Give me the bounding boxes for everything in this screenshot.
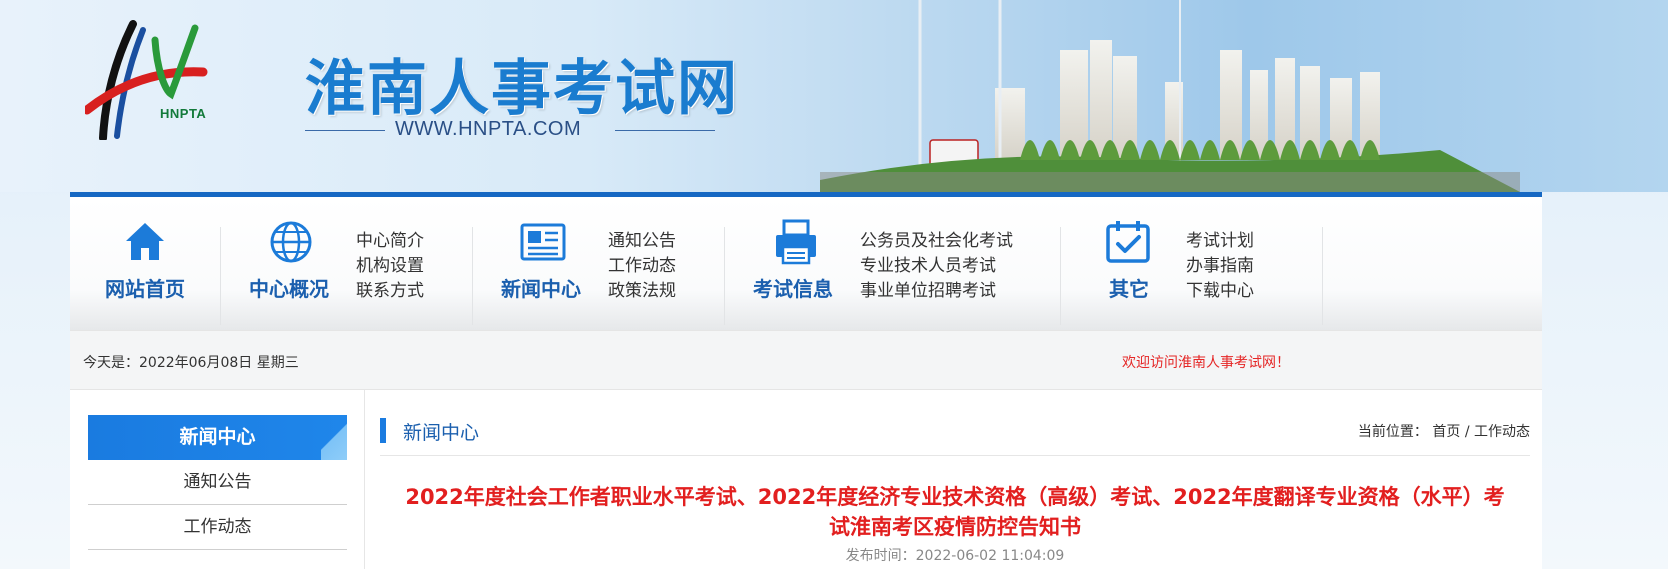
nav-home[interactable]: 网站首页 [70, 197, 220, 330]
info-bar: 今天是：2022年06月08日 星期三 欢迎访问淮南人事考试网！ [70, 330, 1542, 390]
nav-divider [1322, 227, 1323, 325]
nav-link-notices[interactable]: 通知公告 [608, 229, 676, 254]
main-nav: 网站首页 中心概况 中心简介 机构设置 联系方式 新闻中心 通知公告 工作动态 … [70, 192, 1542, 330]
nav-news: 新闻中心 通知公告 工作动态 政策法规 [473, 197, 724, 330]
breadcrumb-home-link[interactable]: 首页 [1432, 424, 1460, 440]
nav-link-downloads[interactable]: 下载中心 [1186, 279, 1254, 304]
breadcrumb-current-link[interactable]: 工作动态 [1474, 424, 1530, 440]
nav-link-org[interactable]: 机构设置 [356, 254, 424, 279]
nav-link-intro[interactable]: 中心简介 [356, 229, 424, 254]
sidebar-item-notices[interactable]: 通知公告 [88, 460, 347, 505]
current-date: 今天是：2022年06月08日 星期三 [83, 355, 299, 371]
nav-title-home[interactable]: 网站首页 [105, 273, 185, 302]
breadcrumb: 当前位置： 首页 / 工作动态 [1358, 421, 1530, 441]
site-url: WWW.HNPTA.COM [395, 118, 582, 140]
nav-center-overview: 中心概况 中心简介 机构设置 联系方式 [221, 197, 472, 330]
sidebar-item-work-updates[interactable]: 工作动态 [88, 505, 347, 550]
nav-exam-info: 考试信息 公务员及社会化考试 专业技术人员考试 事业单位招聘考试 [725, 197, 1060, 330]
site-title: 淮南人事考试网 [305, 54, 739, 124]
breadcrumb-separator: / [1460, 424, 1474, 440]
main-panel: 新闻中心 当前位置： 首页 / 工作动态 2022年度社会工作者职业水平考试、2… [380, 390, 1530, 569]
nav-overview-links: 中心简介 机构设置 联系方式 [356, 229, 424, 304]
header-banner: HNPTA 淮南人事考试网 WWW.HNPTA.COM [0, 0, 1668, 192]
newspaper-icon [520, 223, 566, 261]
globe-icon [270, 221, 312, 263]
site-url-row: WWW.HNPTA.COM [305, 118, 715, 142]
content-area: 新闻中心 通知公告 工作动态 新闻中心 当前位置： 首页 / 工作动态 2022… [70, 390, 1542, 569]
hnpta-logo[interactable] [85, 20, 215, 140]
section-header: 新闻中心 当前位置： 首页 / 工作动态 [380, 418, 1530, 456]
city-skyline-image [820, 0, 1520, 192]
section-title: 新闻中心 [403, 422, 480, 444]
section-marker [380, 418, 386, 443]
nav-title-exam-info[interactable]: 考试信息 [753, 273, 833, 302]
nav-link-guide[interactable]: 办事指南 [1186, 254, 1254, 279]
nav-news-links: 通知公告 工作动态 政策法规 [608, 229, 676, 304]
logo-text: HNPTA [160, 106, 207, 121]
nav-link-contact[interactable]: 联系方式 [356, 279, 424, 304]
nav-title-other[interactable]: 其它 [1109, 273, 1149, 302]
breadcrumb-label: 当前位置： [1357, 424, 1428, 440]
nav-title-news[interactable]: 新闻中心 [501, 273, 581, 302]
nav-link-civil-service-exam[interactable]: 公务员及社会化考试 [860, 229, 1013, 254]
url-line-left [305, 130, 385, 131]
nav-title-overview[interactable]: 中心概况 [249, 273, 329, 302]
nav-link-work-updates[interactable]: 工作动态 [608, 254, 676, 279]
publish-time: 发布时间：2022-06-02 11:04:09 [845, 548, 1065, 564]
calendar-check-icon [1106, 221, 1150, 263]
nav-other: 其它 考试计划 办事指南 下载中心 [1061, 197, 1322, 330]
sidebar-heading: 新闻中心 [88, 415, 347, 460]
nav-link-policies[interactable]: 政策法规 [608, 279, 676, 304]
article-title: 2022年度社会工作者职业水平考试、2022年度经济专业技术资格（高级）考试、2… [405, 485, 1505, 539]
nav-exam-links: 公务员及社会化考试 专业技术人员考试 事业单位招聘考试 [860, 229, 1013, 304]
sidebar: 新闻中心 通知公告 工作动态 [70, 390, 365, 569]
welcome-message: 欢迎访问淮南人事考试网！ [1122, 355, 1290, 371]
nav-link-exam-plan[interactable]: 考试计划 [1186, 229, 1254, 254]
nav-other-links: 考试计划 办事指南 下载中心 [1186, 229, 1254, 304]
sidebar-heading-label: 新闻中心 [179, 426, 256, 448]
url-line-right [615, 130, 715, 131]
home-icon [126, 223, 164, 260]
nav-link-professional-exam[interactable]: 专业技术人员考试 [860, 254, 1013, 279]
nav-link-institution-recruit-exam[interactable]: 事业单位招聘考试 [860, 279, 1013, 304]
printer-icon [776, 219, 816, 265]
